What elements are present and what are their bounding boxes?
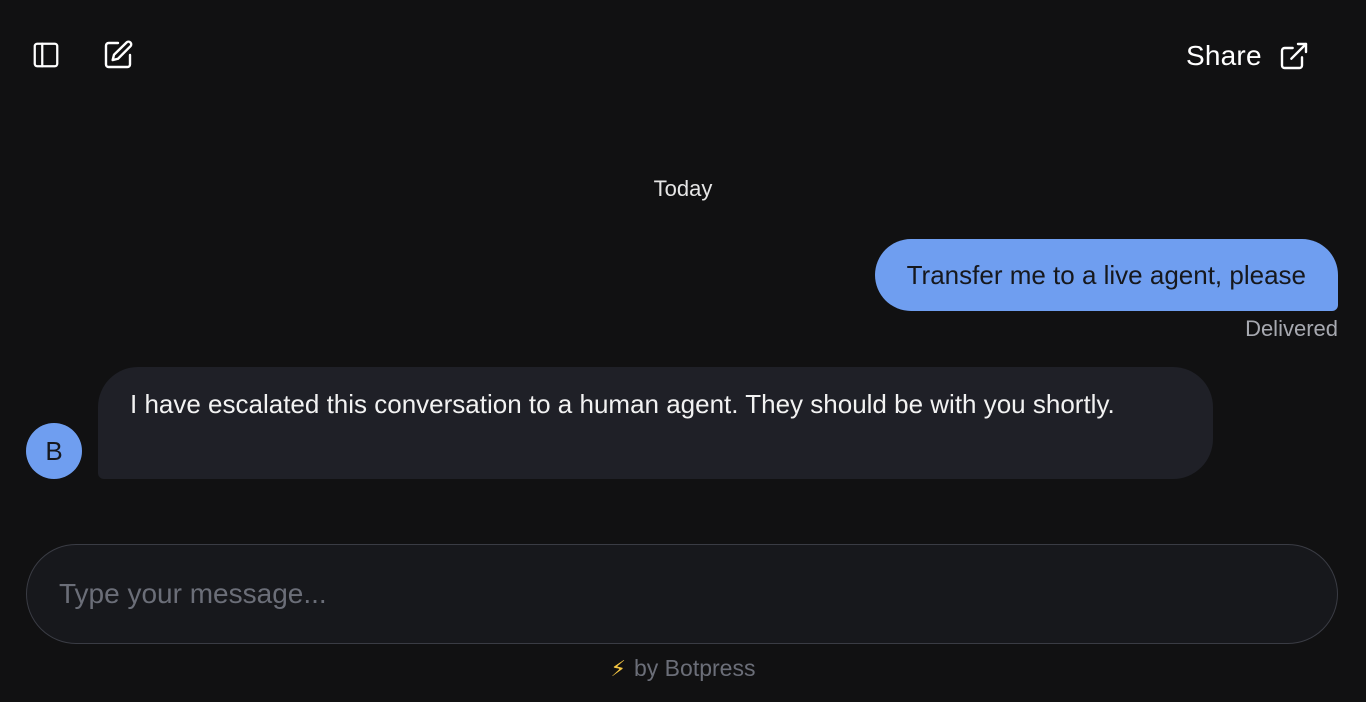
message-status: Delivered (1245, 316, 1338, 341)
user-message-text: Transfer me to a live agent, please (906, 259, 1306, 290)
new-chat-button[interactable] (100, 37, 136, 73)
bot-message-text: I have escalated this conversation to a … (130, 389, 1115, 419)
share-label: Share (1186, 40, 1262, 71)
powered-by-link[interactable]: ⚡ by Botpress (0, 655, 1366, 682)
lightning-icon: ⚡ (610, 655, 626, 681)
bot-avatar: B (26, 423, 82, 479)
new-chat-icon (104, 40, 133, 69)
powered-by-text: by Botpress (634, 655, 756, 681)
message-composer (26, 544, 1338, 644)
user-message-bubble: Transfer me to a live agent, please (874, 239, 1338, 311)
sidebar-toggle-button[interactable] (28, 37, 64, 73)
sidebar-toggle-icon (33, 42, 59, 68)
external-link-icon (1280, 42, 1307, 70)
bot-message-bubble: I have escalated this conversation to a … (98, 367, 1213, 479)
share-button[interactable]: Share (1186, 36, 1310, 76)
top-bar: Share (0, 0, 1366, 110)
day-separator: Today (653, 176, 713, 201)
message-input[interactable] (59, 545, 1299, 642)
